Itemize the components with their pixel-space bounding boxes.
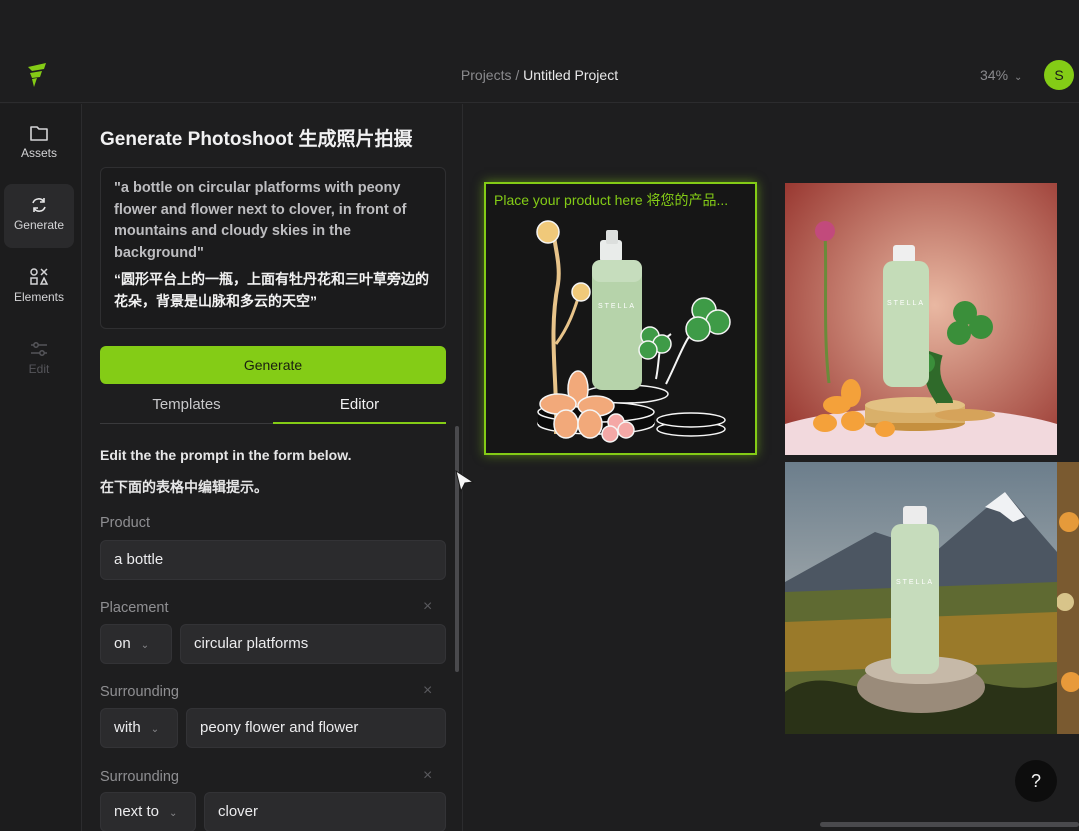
bottle-brand-text: STELLA [896,579,934,586]
chevron-down-icon: ⌄ [140,640,150,651]
canvas[interactable]: Place your product here 将您的产品... STELLA [464,104,1079,831]
rail-item-label: Assets [20,146,57,160]
mouse-cursor-icon [455,470,475,492]
prompt-text-zh: “圆形平台上的一瓶，上面有牡丹花和三叶草旁边的花朵，背景是山脉和多云的天空” [114,271,429,309]
tab-editor[interactable]: Editor [273,392,446,424]
help-button[interactable]: ? [1015,760,1057,802]
surrounding-label: Surrounding [100,684,179,700]
elements-icon [30,268,49,285]
surrounding-preposition-value: with [114,719,141,736]
prompt-preview[interactable]: "a bottle on circular platforms with peo… [100,167,446,329]
editor-instructions-zh: 在下面的表格中编辑提示。 [100,479,268,495]
canvas-horizontal-scrollbar[interactable] [820,822,1079,827]
editor-instructions-en: Edit the the prompt in the form below. [100,447,352,463]
surrounding-label: Surrounding [100,769,179,785]
placement-label: Placement [100,600,169,616]
panel-scrollbar[interactable] [455,426,459,672]
placement-preposition-select[interactable]: on ⌄ [100,624,172,664]
breadcrumb: Projects / Untitled Project [0,67,1079,83]
product-label: Product [100,515,150,531]
top-strip [0,0,1079,50]
panel-tabs: Templates Editor [100,392,446,424]
surrounding-preposition-select[interactable]: next to ⌄ [100,792,196,831]
rail-item-label: Edit [28,362,50,376]
generated-image-thumbnail[interactable] [1057,462,1079,734]
bottle-brand-text: STELLA [887,300,925,307]
rail-item-label: Elements [13,290,65,304]
rail-item-assets[interactable]: Assets [4,112,74,176]
remove-surrounding-close-icon[interactable]: × [423,767,432,785]
rail-item-generate[interactable]: Generate [4,184,74,248]
rail-item-edit[interactable]: Edit [4,328,74,392]
breadcrumb-projects-link[interactable]: Projects [461,67,512,83]
rail-item-elements[interactable]: Elements [4,256,74,320]
generated-image-thumbnail[interactable]: STELLA [785,183,1057,455]
surrounding-preposition-select[interactable]: with ⌄ [100,708,178,748]
generate-button[interactable]: Generate [100,346,446,384]
surrounding-preposition-value: next to [114,803,160,820]
surrounding-input[interactable]: clover [204,792,446,831]
product-input[interactable]: a bottle [100,540,446,580]
header-bar: Projects / Untitled Project 34% ⌄ S [0,50,1079,103]
tab-templates[interactable]: Templates [100,392,273,423]
generate-panel: Generate Photoshoot 生成照片拍摄 "a bottle on … [83,104,463,831]
refresh-icon [32,198,46,212]
placement-input[interactable]: circular platforms [180,624,446,664]
zoom-dropdown[interactable]: 34% ⌄ [980,67,1022,83]
placement-preposition-value: on [114,635,131,652]
project-title[interactable]: Untitled Project [523,67,618,83]
folder-icon [30,126,48,141]
product-sketch-image: STELLA [536,220,731,443]
breadcrumb-separator: / [511,67,524,83]
chevron-down-icon: ⌄ [169,808,178,819]
zoom-level: 34% [980,67,1009,83]
product-placeholder-frame[interactable]: Place your product here 将您的产品... STELLA [484,182,757,455]
avatar[interactable]: S [1044,60,1074,90]
remove-placement-close-icon[interactable]: × [423,598,432,616]
bottle-brand-text: STELLA [598,303,636,310]
chevron-down-icon: ⌄ [150,724,160,735]
prompt-text-en: "a bottle on circular platforms with peo… [114,180,407,261]
rail-item-label: Generate [13,218,65,232]
chevron-down-icon: ⌄ [1014,72,1023,83]
panel-title: Generate Photoshoot 生成照片拍摄 [100,129,413,150]
surrounding-input[interactable]: peony flower and flower [186,708,446,748]
left-rail: Assets Generate Elements Edit [0,104,82,831]
generated-image-thumbnail[interactable]: STELLA [785,462,1057,734]
sliders-icon [31,342,47,356]
remove-surrounding-close-icon[interactable]: × [423,682,432,700]
